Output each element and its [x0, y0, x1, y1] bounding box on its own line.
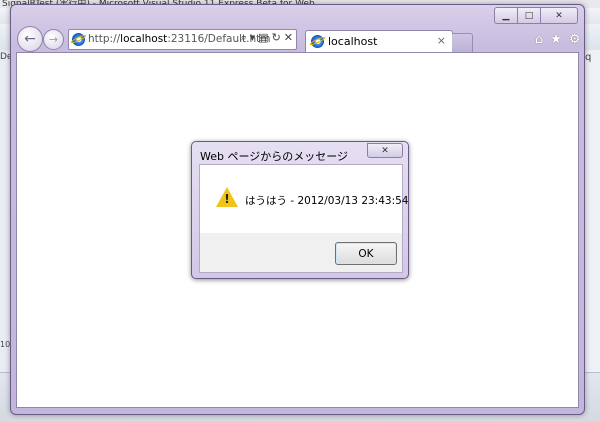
- dialog-body: ! はうはう - 2012/03/13 23:43:54 OK: [199, 164, 408, 273]
- home-icon[interactable]: ⌂: [535, 32, 543, 47]
- back-button[interactable]: ←: [17, 26, 43, 52]
- forward-button[interactable]: →: [43, 29, 64, 50]
- address-bar[interactable]: http://localhost:23116/Default.htm ⌕ ▾ ▤…: [68, 29, 297, 50]
- url-host: localhost: [120, 33, 168, 45]
- close-window-button[interactable]: ✕: [540, 7, 578, 24]
- minimize-button[interactable]: ▁: [494, 7, 518, 24]
- ok-button[interactable]: OK: [335, 242, 397, 265]
- dialog-title: Web ページからのメッセージ: [200, 150, 349, 163]
- back-arrow-icon: ←: [24, 31, 36, 47]
- dialog-close-button[interactable]: ✕: [367, 143, 403, 158]
- search-icon[interactable]: ⌕: [240, 31, 246, 45]
- warning-icon-mark: !: [224, 192, 230, 206]
- gear-icon[interactable]: ⚙: [569, 32, 581, 47]
- maximize-button[interactable]: □: [517, 7, 541, 24]
- forward-arrow-icon: →: [48, 33, 59, 46]
- refresh-icon[interactable]: ↻: [272, 31, 281, 45]
- url-protocol: http://: [88, 33, 121, 45]
- alert-dialog: Web ページからのメッセージ ✕ ! はうはう - 2012/03/13 23…: [191, 141, 409, 279]
- favorites-icon[interactable]: ★: [550, 32, 562, 47]
- dropdown-icon[interactable]: ▾: [250, 31, 256, 45]
- ie-page-icon: [72, 33, 85, 46]
- tab-localhost[interactable]: localhost ×: [305, 30, 453, 53]
- compatibility-view-icon[interactable]: ▤: [258, 31, 268, 45]
- dialog-message: はうはう - 2012/03/13 23:43:54: [245, 195, 409, 207]
- dialog-footer: OK: [200, 233, 402, 272]
- new-tab-button[interactable]: [452, 33, 473, 53]
- ie-tab-icon: [311, 35, 324, 48]
- tab-close-icon[interactable]: ×: [437, 34, 446, 47]
- window-controls: ▁ □ ✕: [494, 7, 578, 24]
- tab-label: localhost: [328, 35, 378, 48]
- stop-icon[interactable]: ✕: [284, 31, 293, 45]
- address-tools: ⌕ ▾ ▤ ↻ ✕: [237, 31, 293, 45]
- browser-toolbar: ⌂ ★ ⚙: [535, 32, 588, 47]
